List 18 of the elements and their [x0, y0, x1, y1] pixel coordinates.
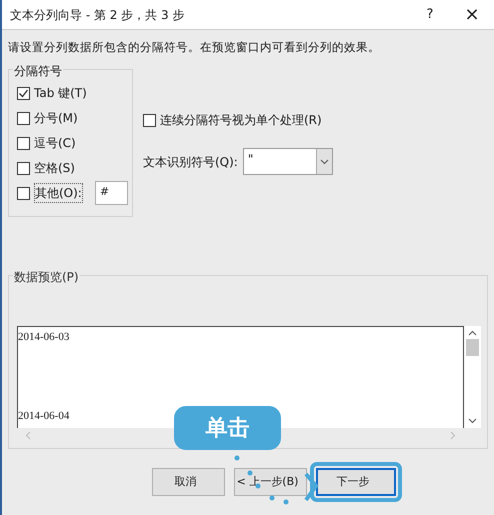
callout-bubble: 单击 — [174, 406, 281, 450]
checkbox-label: 其他(O): — [34, 183, 83, 204]
checkbox-label: Tab 键(T) — [34, 85, 87, 102]
checkbox-label: 逗号(C) — [34, 135, 76, 152]
checkbox-label: 空格(S) — [34, 160, 75, 178]
input-field[interactable]: # — [94, 181, 128, 206]
help-button[interactable]: ? — [410, 4, 450, 24]
instruction-text: 请设置分列数据所包含的分隔符号。在预览窗口内可看到分列的效果。 — [7, 39, 381, 56]
checkbox-label: 分号(M) — [34, 110, 78, 128]
checkbox-label: 连续分隔符号视为单个处理(R) — [160, 112, 322, 130]
close-button[interactable]: × — [450, 1, 494, 28]
dropdown[interactable]: " — [242, 148, 333, 176]
preview-row-text: 2014-06-03 — [18, 330, 70, 346]
preview-row-text: 2014-06-04 — [18, 408, 70, 424]
field-label: 文本识别符号(Q): — [143, 154, 238, 171]
dialog-button[interactable]: 取消 — [152, 468, 225, 496]
dialog-button[interactable]: 下一步 — [316, 468, 396, 496]
window-title: 文本分列向导 - 第 2 步，共 3 步 — [10, 6, 186, 24]
